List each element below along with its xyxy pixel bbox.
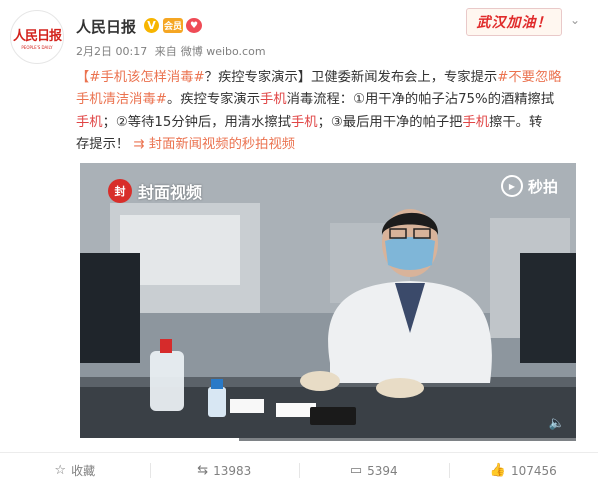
- account-name[interactable]: 人民日报: [76, 16, 136, 37]
- action-bar: ☆ 收藏 ⇆ 13983 ▭ 5394 👍 107456: [0, 453, 598, 488]
- verified-icon: V: [144, 18, 159, 33]
- like-count: 107456: [510, 463, 557, 478]
- keyword-highlight: 手机: [76, 114, 103, 130]
- like-button[interactable]: 👍 107456: [448, 453, 598, 488]
- video-link-label: 封面新闻视频的秒拍视频: [148, 136, 296, 152]
- video-progress-fill: [80, 438, 239, 441]
- play-circle-icon: ▶: [500, 175, 523, 197]
- post-text-segment: 擦干。转: [489, 114, 543, 130]
- post-time[interactable]: 2月2日 00:17: [76, 45, 147, 58]
- hashtag-link[interactable]: 手机清洁消毒#: [76, 92, 167, 107]
- video-player[interactable]: 封 封面视频 ▶ 秒拍 🔈: [80, 163, 576, 441]
- comment-button[interactable]: ▭ 5394: [299, 453, 449, 488]
- comment-icon: ▭: [349, 463, 363, 478]
- repost-button[interactable]: ⇆ 13983: [149, 453, 300, 488]
- hashtag-link[interactable]: #不要忽略: [497, 70, 561, 85]
- watermark-label: 秒拍: [527, 177, 558, 196]
- avatar-logo-sub: PEOPLE'S DAILY: [21, 44, 53, 50]
- post-meta: 2月2日 00:17 来自 微博 weibo.com: [76, 43, 270, 59]
- favorite-label: 收藏: [71, 464, 96, 478]
- miaopai-watermark: ▶ 秒拍: [500, 175, 558, 197]
- repost-count: 13983: [213, 463, 252, 478]
- video-frame: [80, 163, 576, 441]
- keyword-highlight: 手机: [462, 114, 490, 130]
- mute-icon[interactable]: 🔈: [548, 415, 566, 433]
- video-link[interactable]: ⇉ 封面新闻视频的秒拍视频: [133, 137, 295, 152]
- keyword-highlight: 手机: [291, 114, 318, 130]
- account-avatar[interactable]: 人民日报 PEOPLE'S DAILY: [10, 10, 64, 64]
- post-text-segment: 。疾控专家演示: [166, 92, 261, 108]
- video-link-icon: ⇉: [133, 136, 149, 152]
- post-text: 【#手机该怎样消毒#？疾控专家演示】卫健委新闻发布会上，专家提示#不要忽略 手机…: [76, 67, 588, 156]
- repost-icon: ⇆: [197, 463, 209, 478]
- chevron-down-icon[interactable]: ⌄: [570, 13, 580, 27]
- heart-badge-icon: ♥: [186, 18, 202, 33]
- post-text-segment: 存提示！: [76, 136, 130, 152]
- video-progress-bar[interactable]: [80, 438, 576, 441]
- post-text-segment: ？疾控专家演示】卫健委新闻发布会上，专家提示: [204, 70, 498, 85]
- wuhan-jiayou-stamp: 武汉加油！: [466, 8, 562, 36]
- post-source: 微博 weibo.com: [180, 45, 266, 58]
- post-text-segment: 消毒流程：①用干净的帕子沾75%的酒精擦拭: [286, 92, 555, 108]
- thumbs-up-icon: 👍: [489, 463, 506, 478]
- star-icon: ☆: [54, 463, 67, 478]
- post-text-segment: ；③最后用干净的帕子把: [317, 114, 463, 130]
- video-brand: 封 封面视频: [108, 179, 202, 203]
- brand-logo-icon: 封: [108, 179, 132, 203]
- vip-badge-icon: 会员: [163, 18, 183, 33]
- post-text-segment: ；②等待15分钟后，用清水擦拭: [102, 114, 291, 130]
- source-prefix: 来自: [154, 45, 177, 58]
- avatar-logo: 人民日报: [12, 28, 62, 44]
- hashtag-link[interactable]: 【#手机该怎样消毒#: [76, 70, 205, 85]
- keyword-highlight: 手机: [260, 92, 287, 108]
- brand-label: 封面视频: [138, 183, 203, 202]
- favorite-button[interactable]: ☆ 收藏: [0, 453, 150, 488]
- comment-count: 5394: [367, 463, 398, 478]
